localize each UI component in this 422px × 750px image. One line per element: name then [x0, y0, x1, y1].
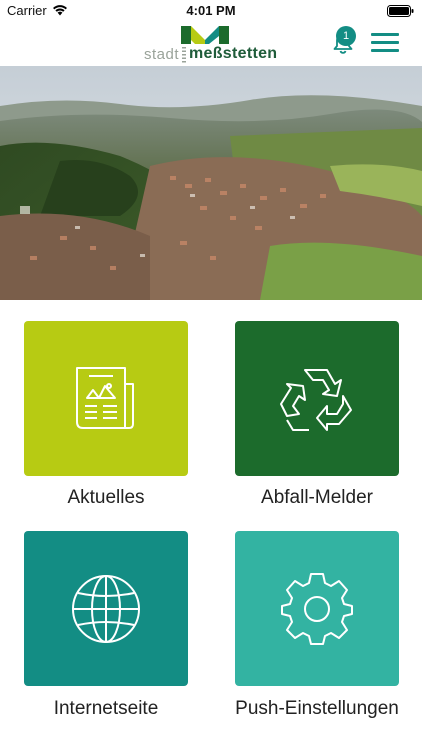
globe-icon	[72, 574, 140, 643]
hero-aerial-image	[0, 66, 422, 300]
logo-prefix: stadt	[144, 46, 180, 63]
tile-internetseite-label[interactable]: Internetseite	[6, 698, 206, 720]
app-header: stadt meßstetten 1	[0, 22, 422, 66]
battery-icon	[387, 5, 414, 17]
newspaper-icon	[76, 366, 134, 429]
tile-aktuelles[interactable]	[24, 321, 188, 476]
status-bar: Carrier 4:01 PM	[0, 0, 422, 22]
tile-abfall-melder-label[interactable]: Abfall-Melder	[217, 487, 417, 509]
tile-internetseite[interactable]	[24, 531, 188, 686]
gear-icon	[281, 572, 353, 645]
logo-m-mark-icon	[181, 26, 229, 44]
tile-abfall-melder[interactable]	[235, 321, 399, 476]
recycle-icon	[280, 368, 352, 431]
clock: 4:01 PM	[186, 3, 236, 18]
logo-divider-lines-icon	[182, 47, 186, 63]
notification-badge: 1	[336, 26, 356, 46]
logo-name: meßstetten	[189, 45, 278, 62]
city-logo[interactable]: stadt meßstetten	[144, 26, 285, 64]
tile-aktuelles-label[interactable]: Aktuelles	[6, 487, 206, 509]
tile-push-einstellungen-label[interactable]: Push-Einstellungen	[217, 698, 417, 720]
hamburger-menu-icon[interactable]	[371, 33, 399, 53]
tile-push-einstellungen[interactable]	[235, 531, 399, 686]
